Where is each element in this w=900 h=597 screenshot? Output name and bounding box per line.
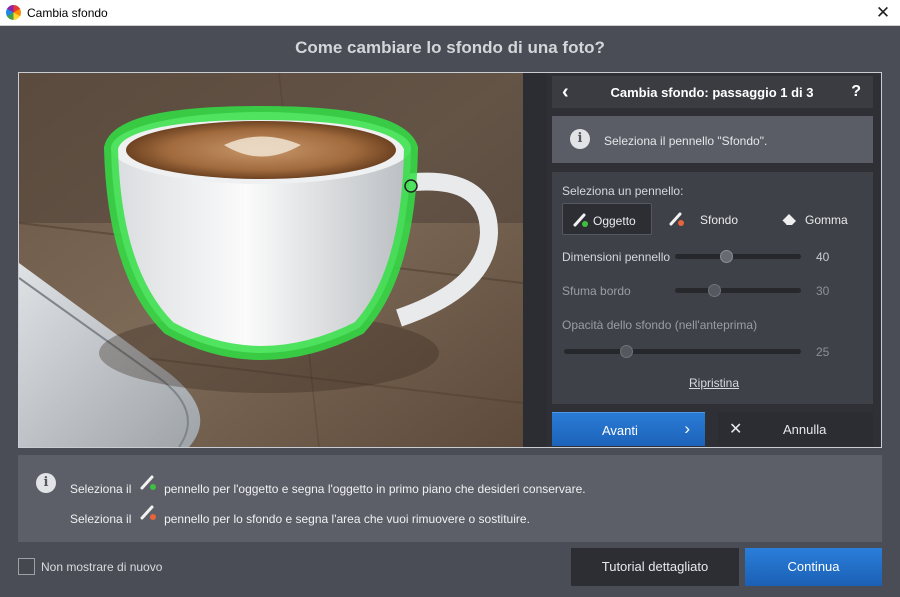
feather-edge-label: Sfuma bordo bbox=[562, 284, 631, 298]
divider-strip bbox=[523, 73, 547, 447]
feather-edge-slider[interactable] bbox=[675, 288, 801, 293]
brush-object-label: Oggetto bbox=[593, 214, 636, 228]
continue-button[interactable]: Continua bbox=[745, 548, 882, 586]
chevron-right-icon: › bbox=[684, 419, 690, 438]
photo-canvas[interactable] bbox=[19, 73, 523, 447]
tip-background: Seleziona il pennello per lo sfondo e se… bbox=[70, 504, 530, 526]
brush-object-icon bbox=[573, 213, 588, 227]
brush-size-label: Dimensioni pennello bbox=[562, 250, 671, 264]
app-logo-icon bbox=[6, 5, 21, 20]
close-icon[interactable]: ✕ bbox=[866, 0, 900, 26]
editor-frame: ‹ Cambia sfondo: passaggio 1 di 3 ? i Se… bbox=[18, 72, 882, 448]
brush-size-value: 40 bbox=[816, 250, 830, 264]
eraser-icon bbox=[781, 214, 796, 226]
brush-settings: Seleziona un pennello: Oggetto Sfondo Go… bbox=[552, 172, 873, 404]
brush-background-icon bbox=[669, 212, 684, 226]
brush-background-icon bbox=[140, 505, 156, 520]
brush-size-knob[interactable] bbox=[720, 250, 733, 263]
help-button[interactable]: ? bbox=[851, 83, 861, 101]
chevron-left-icon[interactable]: ‹ bbox=[562, 81, 569, 104]
bg-opacity-label: Opacità dello sfondo (nell'anteprima) bbox=[562, 318, 758, 332]
brush-background-label: Sfondo bbox=[700, 213, 739, 227]
panel-info-text: Seleziona il pennello "Sfondo". bbox=[604, 134, 768, 148]
feather-edge-knob[interactable] bbox=[708, 284, 721, 297]
panel-header: ‹ Cambia sfondo: passaggio 1 di 3 ? bbox=[552, 76, 873, 108]
feather-edge-value: 30 bbox=[816, 284, 830, 298]
dont-show-checkbox[interactable] bbox=[18, 558, 35, 575]
info-icon: i bbox=[570, 129, 590, 149]
tip-background-text: pennello per lo sfondo e segna l'area ch… bbox=[164, 511, 530, 526]
tip-object: Seleziona il pennello per l'oggetto e se… bbox=[70, 474, 586, 496]
eraser-button[interactable]: Gomma bbox=[780, 203, 870, 235]
bg-opacity-value: 25 bbox=[816, 345, 830, 359]
close-x-icon: ✕ bbox=[729, 421, 743, 438]
next-button[interactable]: Avanti › bbox=[552, 412, 705, 446]
brush-background-button[interactable]: Sfondo bbox=[666, 203, 746, 235]
tips-box: i Seleziona il pennello per l'oggetto e … bbox=[18, 455, 882, 542]
dont-show-label[interactable]: Non mostrare di nuovo bbox=[41, 560, 162, 574]
tutorial-button[interactable]: Tutorial dettagliato bbox=[571, 548, 739, 586]
panel-info-box: i Seleziona il pennello "Sfondo". bbox=[552, 116, 873, 163]
window-title: Cambia sfondo bbox=[27, 6, 108, 20]
info-icon: i bbox=[36, 473, 56, 493]
next-label: Avanti bbox=[602, 423, 638, 438]
page-heading: Come cambiare lo sfondo di una foto? bbox=[295, 38, 605, 57]
eraser-label: Gomma bbox=[805, 213, 848, 227]
brush-object-button[interactable]: Oggetto bbox=[562, 203, 652, 235]
reset-link[interactable]: Ripristina bbox=[689, 376, 739, 390]
cancel-label: Annulla bbox=[783, 422, 827, 437]
tip-object-text: pennello per l'oggetto e segna l'oggetto… bbox=[164, 481, 586, 496]
bg-opacity-slider[interactable] bbox=[564, 349, 801, 354]
brush-object-icon bbox=[140, 475, 156, 490]
bg-opacity-knob[interactable] bbox=[620, 345, 633, 358]
brush-size-slider[interactable] bbox=[675, 254, 801, 259]
tip-background-prefix: Seleziona il bbox=[70, 511, 132, 526]
cancel-button[interactable]: ✕ Annulla bbox=[718, 412, 873, 446]
brush-select-label: Seleziona un pennello: bbox=[562, 184, 684, 198]
title-bar: Cambia sfondo ✕ bbox=[0, 0, 900, 26]
tip-object-prefix: Seleziona il bbox=[70, 481, 132, 496]
panel-title: Cambia sfondo: passaggio 1 di 3 bbox=[610, 85, 814, 100]
